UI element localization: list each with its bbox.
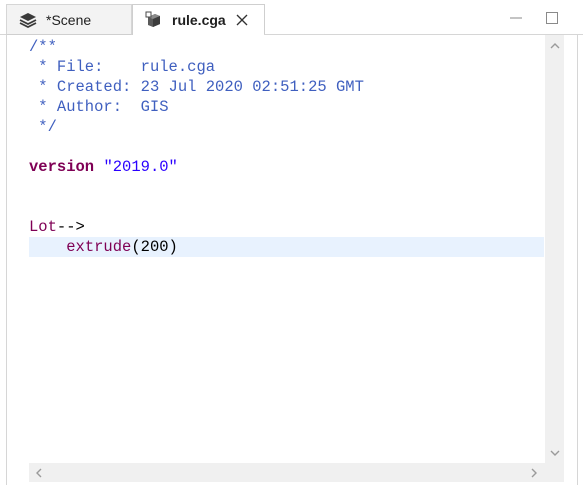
comment-line-author: * Author: GIS <box>29 97 169 117</box>
operation-name: extrude <box>66 238 132 256</box>
rule-line: Lot--> <box>29 217 85 237</box>
comment-line-file: * File: rule.cga <box>29 57 215 77</box>
comment-line-created: * Created: 23 Jul 2020 02:51:25 GMT <box>29 77 364 97</box>
comment-author-key: * Author: <box>29 98 123 116</box>
version-keyword: version <box>29 158 95 176</box>
comment-created-key: * Created: <box>29 78 132 96</box>
version-string: "2019.0" <box>103 158 178 176</box>
comment-author-value: GIS <box>140 98 169 116</box>
operation-args: (200) <box>131 238 178 256</box>
cga-file-icon <box>144 10 164 30</box>
tab-scene-label: *Scene <box>46 11 92 28</box>
maximize-icon[interactable] <box>545 11 559 25</box>
comment-file-key: * File: <box>29 58 104 76</box>
vertical-scrollbar[interactable] <box>545 35 564 463</box>
operation-line: extrude(200) <box>29 237 178 257</box>
comment-open: /** <box>29 38 57 56</box>
comment-close: */ <box>29 118 57 136</box>
tab-scene[interactable]: *Scene <box>6 4 132 35</box>
comment-file-value: rule.cga <box>140 58 216 76</box>
rule-arrow: --> <box>56 218 85 236</box>
scrollbar-corner <box>545 463 564 482</box>
scroll-right-icon[interactable] <box>525 463 542 482</box>
tab-rule-cga[interactable]: rule.cga <box>132 4 265 35</box>
tab-bar: *Scene rule.cga <box>0 0 583 36</box>
minimize-icon[interactable] <box>509 11 523 25</box>
scroll-up-icon[interactable] <box>545 37 564 54</box>
scroll-left-icon[interactable] <box>30 463 47 482</box>
version-line: version "2019.0" <box>29 157 178 177</box>
tab-rule-cga-label: rule.cga <box>172 12 226 28</box>
editor-window: *Scene rule.cga /** * File: rule.cga * C… <box>0 0 583 489</box>
comment-created-value: 23 Jul 2020 02:51:25 GMT <box>140 78 364 96</box>
layers-icon <box>18 10 38 30</box>
code-area[interactable]: /** * File: rule.cga * Created: 23 Jul 2… <box>7 35 545 463</box>
code-editor[interactable]: /** * File: rule.cga * Created: 23 Jul 2… <box>6 35 578 485</box>
close-icon[interactable] <box>235 13 249 27</box>
horizontal-scrollbar[interactable] <box>29 463 545 482</box>
scroll-down-icon[interactable] <box>545 444 564 461</box>
rule-name: Lot <box>29 218 57 236</box>
